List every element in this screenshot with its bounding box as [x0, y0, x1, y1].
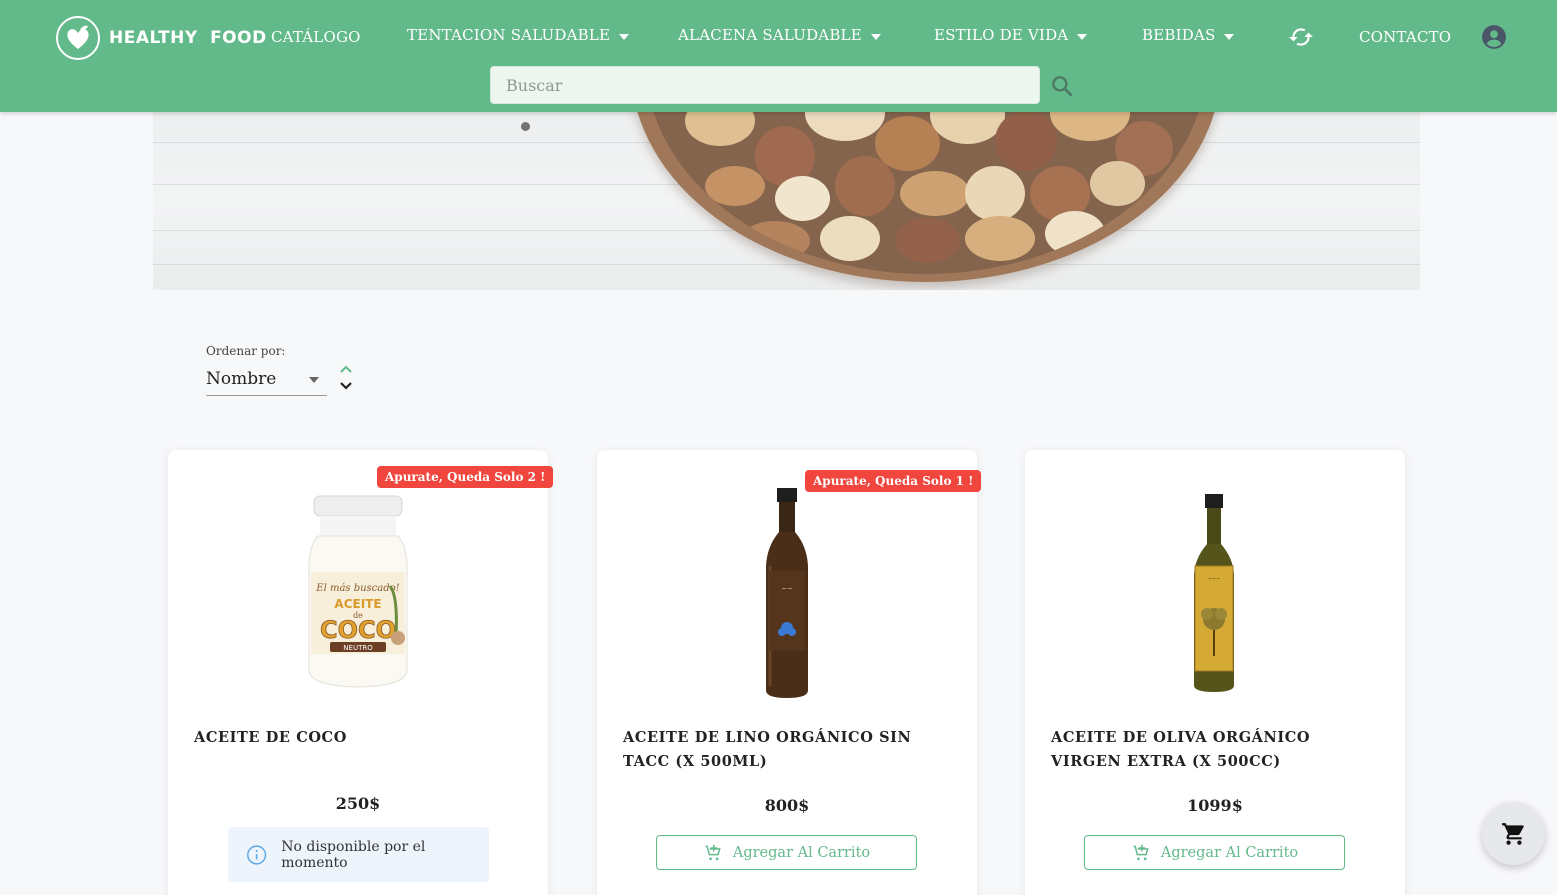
product-name[interactable]: ACEITE DE COCO	[194, 726, 524, 750]
stock-badge: Apurate, Queda Solo 2 !	[377, 466, 554, 488]
search-input[interactable]	[490, 66, 1040, 104]
unavailable-notice: No disponible por el momento	[228, 827, 489, 882]
logo-text: HEALTHY FOOD	[109, 28, 267, 48]
svg-text:NEUTRO: NEUTRO	[343, 644, 373, 652]
nav-catalog[interactable]: CATÁLOGO	[271, 28, 361, 46]
caret-down-icon	[1224, 33, 1235, 40]
svg-text:ACEITE: ACEITE	[334, 597, 381, 611]
product-card[interactable]: ~~~ ACEITE DE OLIVA ORGÁNICO VIRGEN EXTR…	[1025, 450, 1405, 895]
sort-selected-value: Nombre	[206, 368, 277, 389]
product-image-coconut-oil[interactable]: El más buscado! ACEITE de COCO NEUTRO	[278, 486, 438, 706]
svg-text:COCO: COCO	[320, 616, 396, 644]
caret-down-icon	[1077, 33, 1088, 40]
top-navbar: HEALTHY FOOD CATÁLOGO TENTACION SALUDABL…	[0, 0, 1557, 112]
product-name[interactable]: ACEITE DE LINO ORGÁNICO SIN TACC (X 500M…	[623, 726, 953, 774]
product-price: 800$	[764, 796, 810, 815]
nav-estilo-de-vida[interactable]: ESTILO DE VIDA	[934, 26, 1088, 44]
add-cart-icon	[1133, 844, 1149, 860]
product-name[interactable]: ACEITE DE OLIVA ORGÁNICO VIRGEN EXTRA (X…	[1051, 726, 1381, 774]
add-cart-icon	[705, 844, 721, 860]
add-to-cart-button[interactable]: Agregar Al Carrito	[656, 835, 917, 870]
sort-select[interactable]: Nombre	[206, 362, 327, 396]
site-logo[interactable]: HEALTHY FOOD	[56, 16, 267, 60]
nav-contacto[interactable]: CONTACTO	[1359, 28, 1451, 46]
chevron-down-icon	[340, 382, 352, 390]
product-price: 250$	[335, 794, 381, 813]
caret-down-icon	[309, 377, 319, 383]
svg-text:~~~: ~~~	[1208, 576, 1221, 582]
product-image-flax-oil[interactable]: ~~	[707, 486, 867, 706]
caret-down-icon	[870, 33, 881, 40]
svg-text:~~: ~~	[781, 585, 793, 593]
caret-down-icon	[619, 33, 630, 40]
product-image-olive-oil[interactable]: ~~~	[1135, 486, 1295, 706]
account-circle-icon[interactable]	[1481, 24, 1507, 50]
product-card[interactable]: Apurate, Queda Solo 2 ! El más buscado! …	[168, 450, 554, 895]
nav-alacena-label: ALACENA SALUDABLE	[678, 26, 862, 44]
unavailable-text: No disponible por el momento	[281, 838, 426, 871]
sort-direction-toggle[interactable]	[337, 362, 357, 396]
sort-label: Ordenar por:	[206, 344, 286, 358]
product-card[interactable]: Apurate, Queda Solo 1 ! ~~ ACEITE DE LIN…	[597, 450, 982, 895]
nav-bebidas[interactable]: BEBIDAS	[1142, 26, 1235, 44]
search-icon[interactable]	[1049, 73, 1075, 99]
svg-text:El más buscado!: El más buscado!	[315, 583, 399, 594]
add-to-cart-label: Agregar Al Carrito	[1160, 844, 1299, 861]
add-to-cart-button[interactable]: Agregar Al Carrito	[1084, 835, 1345, 870]
floating-cart-button[interactable]	[1482, 802, 1545, 865]
nav-tentacion-label: TENTACION SALUDABLE	[407, 26, 611, 44]
hero-banner-nuts	[153, 112, 1420, 290]
product-price: 1099$	[1187, 796, 1243, 815]
nav-estilo-label: ESTILO DE VIDA	[934, 26, 1069, 44]
nav-bebidas-label: BEBIDAS	[1142, 26, 1216, 44]
add-to-cart-label: Agregar Al Carrito	[732, 844, 871, 861]
cart-icon	[1501, 822, 1524, 845]
nav-contacto-label: CONTACTO	[1359, 28, 1452, 46]
nav-alacena-saludable[interactable]: ALACENA SALUDABLE	[678, 26, 881, 44]
info-icon	[247, 844, 267, 865]
nav-catalog-label: CATÁLOGO	[271, 28, 361, 46]
sync-icon[interactable]	[1288, 24, 1314, 50]
heart-leaf-icon	[56, 16, 100, 60]
nav-tentacion-saludable[interactable]: TENTACION SALUDABLE	[407, 26, 630, 44]
chevron-up-icon	[340, 365, 352, 373]
